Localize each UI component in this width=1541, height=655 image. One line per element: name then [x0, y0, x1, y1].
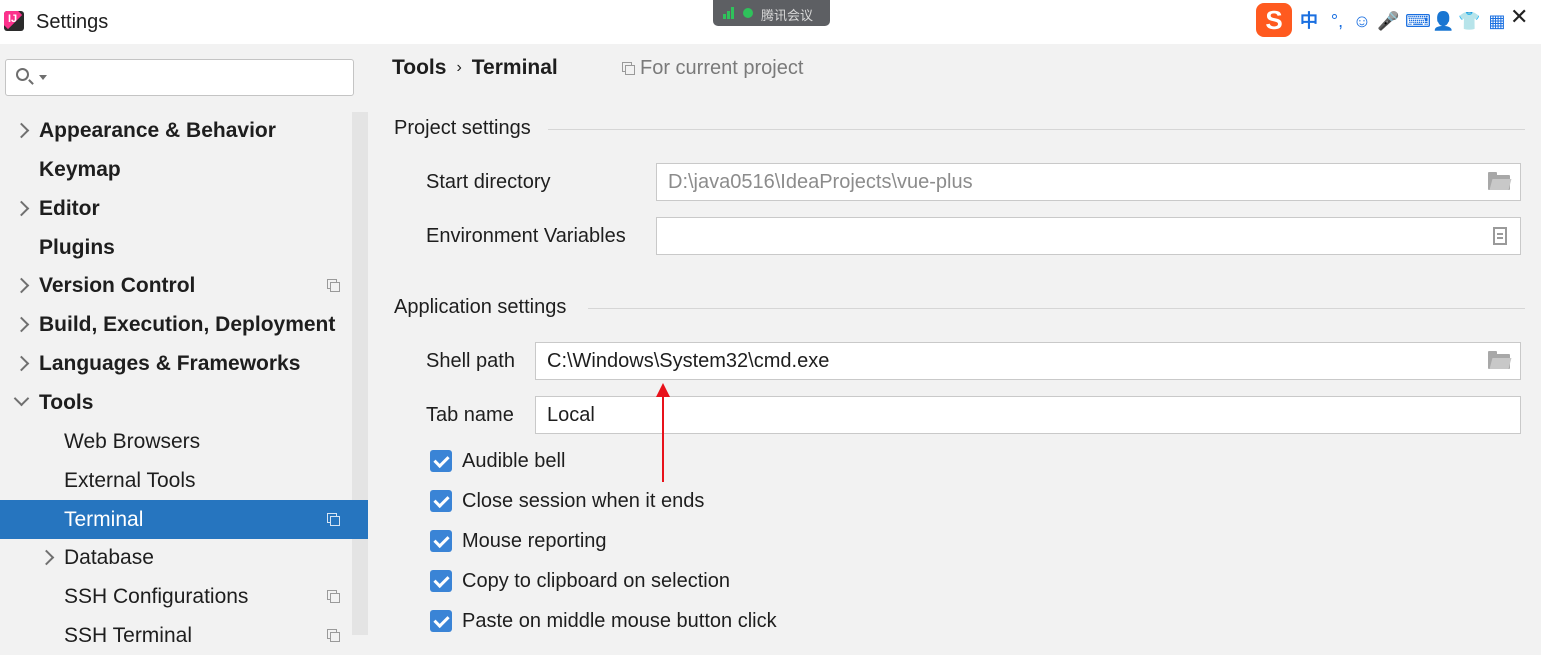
- checkbox-checked-icon[interactable]: [430, 610, 452, 632]
- breadcrumb-parent: Tools: [392, 56, 447, 79]
- chinese-mode-icon[interactable]: 中: [1298, 10, 1320, 32]
- environment-variables-field[interactable]: [656, 217, 1521, 255]
- sidebar-item-label: Web Browsers: [64, 429, 201, 453]
- sidebar-item-label: Plugins: [39, 235, 115, 259]
- chevron-right-icon[interactable]: [13, 278, 30, 294]
- sidebar-item-label: Database: [64, 546, 154, 570]
- start-directory-label: Start directory: [426, 171, 551, 193]
- sidebar-item-label: External Tools: [64, 468, 196, 492]
- for-current-project-note: For current project: [622, 57, 803, 80]
- breadcrumb-separator-icon: ›: [456, 59, 462, 76]
- start-directory-value: D:\java0516\IdeaProjects\vue-plus: [668, 171, 973, 193]
- user-icon[interactable]: 👤: [1432, 10, 1454, 32]
- chevron-right-icon[interactable]: [13, 316, 30, 333]
- settings-sidebar: Appearance & Behavior Keymap Editor Plugins…: [0, 44, 368, 647]
- checkbox-label: Close session when it ends: [462, 490, 705, 512]
- shell-path-field[interactable]: C:\Windows\System32\cmd.exe: [535, 342, 1521, 380]
- sidebar-item-tools[interactable]: Tools: [0, 383, 352, 422]
- intellij-logo-icon: [4, 11, 24, 31]
- microphone-icon[interactable]: 🎤: [1377, 10, 1399, 32]
- edit-variables-icon[interactable]: [1493, 227, 1507, 245]
- project-level-icon: [327, 279, 340, 293]
- sidebar-item-database[interactable]: Database: [0, 538, 352, 577]
- breadcrumb-current: Terminal: [471, 56, 558, 79]
- sidebar-item-label: Tools: [39, 390, 94, 414]
- sidebar-item-build-execution-deployment[interactable]: Build, Execution, Deployment: [0, 305, 352, 344]
- annotation-arrow-head-icon: [656, 383, 670, 397]
- chevron-right-icon[interactable]: [13, 355, 30, 372]
- breadcrumb: Tools › Terminal: [392, 56, 558, 80]
- project-level-icon: [327, 512, 340, 526]
- sidebar-item-editor[interactable]: Editor: [0, 189, 352, 228]
- application-settings-title: Application settings: [394, 296, 567, 318]
- sidebar-item-terminal[interactable]: Terminal: [0, 499, 368, 539]
- sidebar-item-web-browsers[interactable]: Web Browsers: [0, 422, 352, 461]
- sidebar-item-languages-frameworks[interactable]: Languages & Frameworks: [0, 344, 352, 383]
- punctuation-icon[interactable]: °,: [1326, 10, 1348, 32]
- sidebar-item-plugins[interactable]: Plugins: [0, 228, 352, 267]
- status-dot-icon: [743, 8, 753, 18]
- tab-name-field[interactable]: Local: [535, 396, 1521, 434]
- checkbox-label: Copy to clipboard on selection: [462, 570, 730, 592]
- keyboard-icon[interactable]: ⌨: [1405, 10, 1431, 32]
- checkbox-checked-icon[interactable]: [430, 530, 452, 552]
- search-icon: [16, 68, 29, 81]
- sidebar-item-keymap[interactable]: Keymap: [0, 150, 352, 189]
- checkbox-checked-icon[interactable]: [430, 490, 452, 512]
- for-current-project-label: For current project: [640, 57, 804, 79]
- sidebar-item-appearance-behavior[interactable]: Appearance & Behavior: [0, 111, 352, 150]
- sogou-logo-icon[interactable]: S: [1256, 3, 1292, 37]
- checkbox-checked-icon[interactable]: [430, 570, 452, 592]
- sidebar-item-label: SSH Configurations: [64, 585, 249, 609]
- sidebar-item-ssh-terminal[interactable]: SSH Terminal: [0, 616, 352, 655]
- section-divider: [548, 129, 1525, 130]
- chevron-down-icon[interactable]: [13, 390, 30, 407]
- sidebar-item-label: Editor: [39, 196, 100, 220]
- sidebar-item-version-control[interactable]: Version Control: [0, 266, 352, 305]
- search-history-dropdown-icon[interactable]: [39, 75, 47, 80]
- environment-variables-label: Environment Variables: [426, 225, 626, 247]
- toolbox-icon[interactable]: ▦: [1486, 10, 1508, 32]
- browse-folder-icon[interactable]: [1488, 351, 1510, 369]
- meeting-badge-label: 腾讯会议: [761, 8, 814, 23]
- project-icon: [622, 62, 635, 75]
- sidebar-item-label: Keymap: [39, 157, 121, 181]
- checkbox-checked-icon[interactable]: [430, 450, 452, 472]
- shell-path-label: Shell path: [426, 350, 515, 372]
- signal-icon: [723, 7, 737, 19]
- annotation-arrow: [662, 392, 664, 482]
- start-directory-field[interactable]: D:\java0516\IdeaProjects\vue-plus: [656, 163, 1521, 201]
- chevron-right-icon[interactable]: [13, 200, 30, 216]
- tab-name-value: Local: [547, 404, 595, 426]
- emoji-icon[interactable]: ☺: [1351, 10, 1373, 32]
- sidebar-item-label: Build, Execution, Deployment: [39, 313, 336, 337]
- sidebar-item-external-tools[interactable]: External Tools: [0, 461, 352, 500]
- browse-folder-icon[interactable]: [1488, 172, 1510, 190]
- project-level-icon: [327, 590, 340, 604]
- tab-name-label: Tab name: [426, 404, 514, 426]
- window-title: Settings: [36, 11, 109, 33]
- title-bar: Settings 腾讯会议 S 中 °, ☺ 🎤 ⌨ 👤 👕 ▦ ✕: [0, 0, 1541, 44]
- section-divider: [588, 308, 1525, 309]
- meeting-badge[interactable]: 腾讯会议: [713, 0, 830, 26]
- terminal-settings-panel: Tools › Terminal For current project Proje…: [368, 44, 1541, 635]
- sidebar-item-label: Appearance & Behavior: [39, 119, 276, 142]
- sidebar-item-label: Version Control: [39, 274, 196, 298]
- sidebar-item-label: SSH Terminal: [64, 624, 192, 648]
- checkbox-label: Audible bell: [462, 450, 566, 472]
- skin-icon[interactable]: 👕: [1458, 10, 1480, 32]
- close-icon[interactable]: ✕: [1510, 6, 1532, 28]
- chevron-right-icon[interactable]: [13, 122, 30, 139]
- project-settings-title: Project settings: [394, 117, 531, 139]
- checkbox-label: Paste on middle mouse button click: [462, 610, 777, 632]
- sidebar-item-label: Terminal: [64, 507, 144, 531]
- sidebar-scrollbar[interactable]: [352, 112, 368, 635]
- shell-path-value: C:\Windows\System32\cmd.exe: [547, 350, 830, 372]
- project-level-icon: [327, 629, 340, 643]
- sidebar-item-label: Languages & Frameworks: [39, 352, 301, 376]
- checkbox-label: Mouse reporting: [462, 530, 607, 552]
- settings-search-input[interactable]: [5, 59, 354, 96]
- sidebar-item-ssh-configurations[interactable]: SSH Configurations: [0, 577, 352, 616]
- chevron-right-icon[interactable]: [38, 550, 55, 566]
